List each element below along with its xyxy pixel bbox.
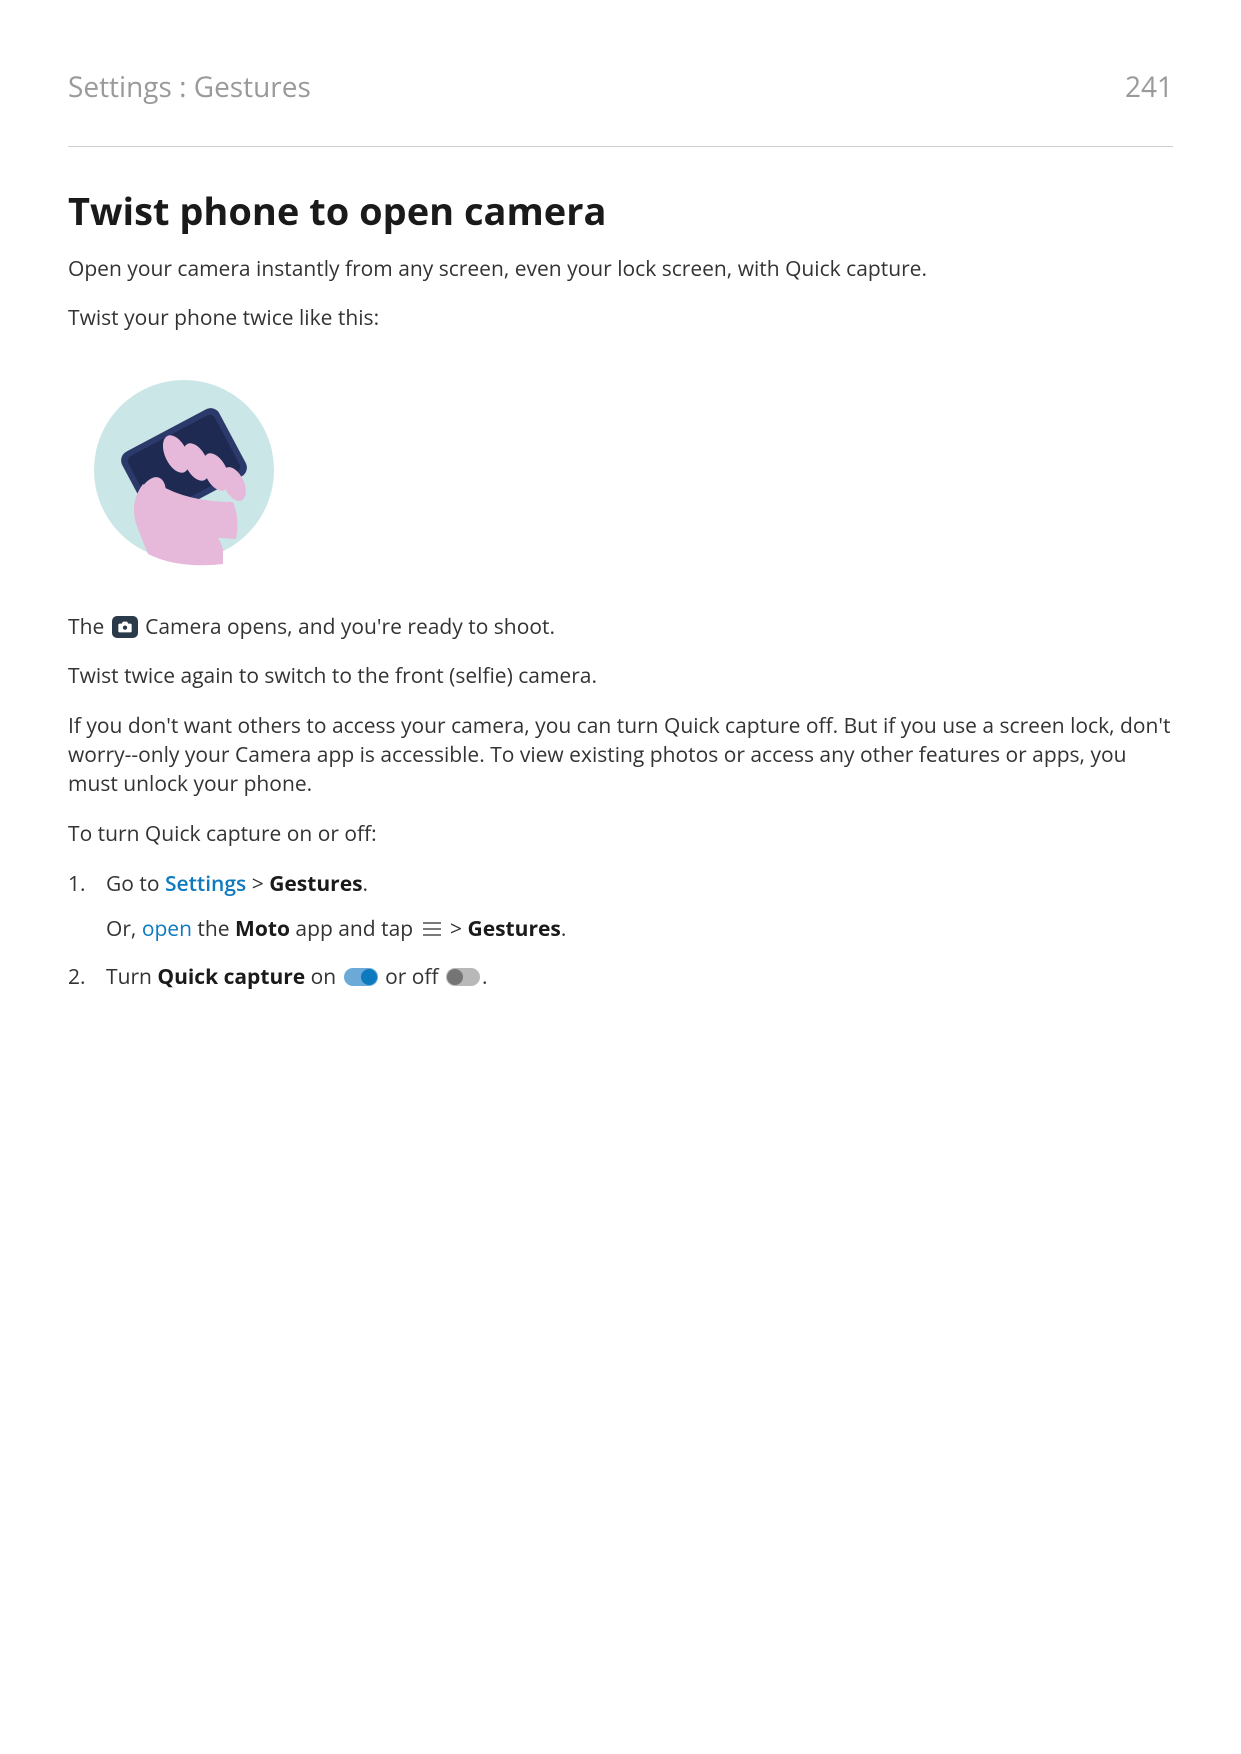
step1-alternate: Or, open the Moto app and tap > Gestures… [106, 914, 1173, 944]
toggle-on-icon [344, 968, 378, 986]
gestures-label-2: Gestures [467, 915, 560, 943]
step1-sep: > [246, 870, 269, 898]
twist-instruction: Twist your phone twice like this: [68, 304, 1173, 333]
camera-line-suffix: Camera opens, and you're ready to shoot. [140, 613, 555, 641]
moto-app-label: Moto [235, 915, 290, 943]
step2-prefix: Turn [106, 963, 157, 991]
step1-or-mid1: the [192, 915, 235, 943]
breadcrumb: Settings : Gestures [68, 68, 311, 106]
step1-or-prefix: Or, [106, 915, 142, 943]
settings-link[interactable]: Settings [165, 870, 246, 898]
page-number: 241 [1125, 68, 1173, 106]
page-title: Twist phone to open camera [68, 185, 1173, 237]
open-link[interactable]: open [142, 915, 192, 943]
step1-goto: Go to [106, 870, 165, 898]
hamburger-menu-icon [422, 921, 442, 937]
camera-opens-line: The Camera opens, and you're ready to sh… [68, 613, 1173, 642]
step2-mid: or off [380, 963, 444, 991]
step1-or-mid2: app and tap [290, 915, 419, 943]
step-2: Turn Quick capture on or off . [68, 962, 1173, 992]
step2-on-text: on [305, 963, 341, 991]
step-1: Go to Settings > Gestures. Or, open the … [68, 869, 1173, 944]
steps-list: Go to Settings > Gestures. Or, open the … [68, 869, 1173, 992]
step1-or-sep: > [445, 915, 468, 943]
twist-phone-illustration [68, 354, 1173, 591]
toggle-off-icon [446, 968, 480, 986]
intro-paragraph: Open your camera instantly from any scre… [68, 255, 1173, 284]
step1-period2: . [561, 915, 567, 943]
access-paragraph: If you don't want others to access your … [68, 712, 1173, 800]
gestures-label: Gestures [269, 870, 362, 898]
step1-period: . [363, 870, 369, 898]
camera-line-prefix: The [68, 613, 110, 641]
switch-selfie-paragraph: Twist twice again to switch to the front… [68, 662, 1173, 691]
step2-period: . [482, 963, 488, 991]
quick-capture-label: Quick capture [157, 963, 305, 991]
to-turn-paragraph: To turn Quick capture on or off: [68, 820, 1173, 849]
page-header: Settings : Gestures 241 [68, 68, 1173, 147]
camera-icon [112, 616, 138, 638]
